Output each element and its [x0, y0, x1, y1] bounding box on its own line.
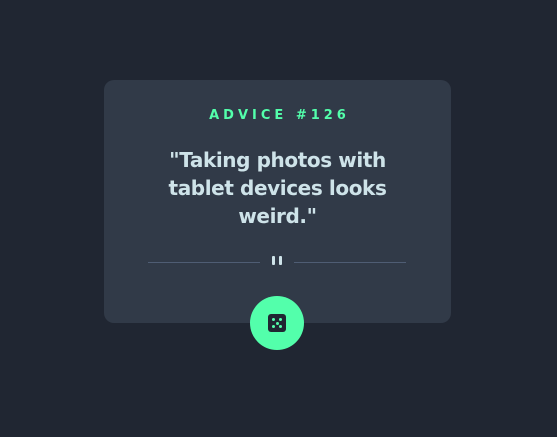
advice-card: ADVICE #126 "Taking photos with tablet d… [104, 80, 451, 323]
advice-quote: "Taking photos with tablet devices looks… [168, 148, 387, 228]
new-advice-button[interactable] [250, 296, 304, 350]
advice-number: ADVICE #126 [209, 108, 350, 123]
dice-icon [268, 314, 286, 332]
pause-icon [271, 256, 283, 266]
divider-line-right [294, 262, 406, 263]
divider-line-left [148, 262, 260, 263]
pattern-divider [148, 256, 406, 268]
